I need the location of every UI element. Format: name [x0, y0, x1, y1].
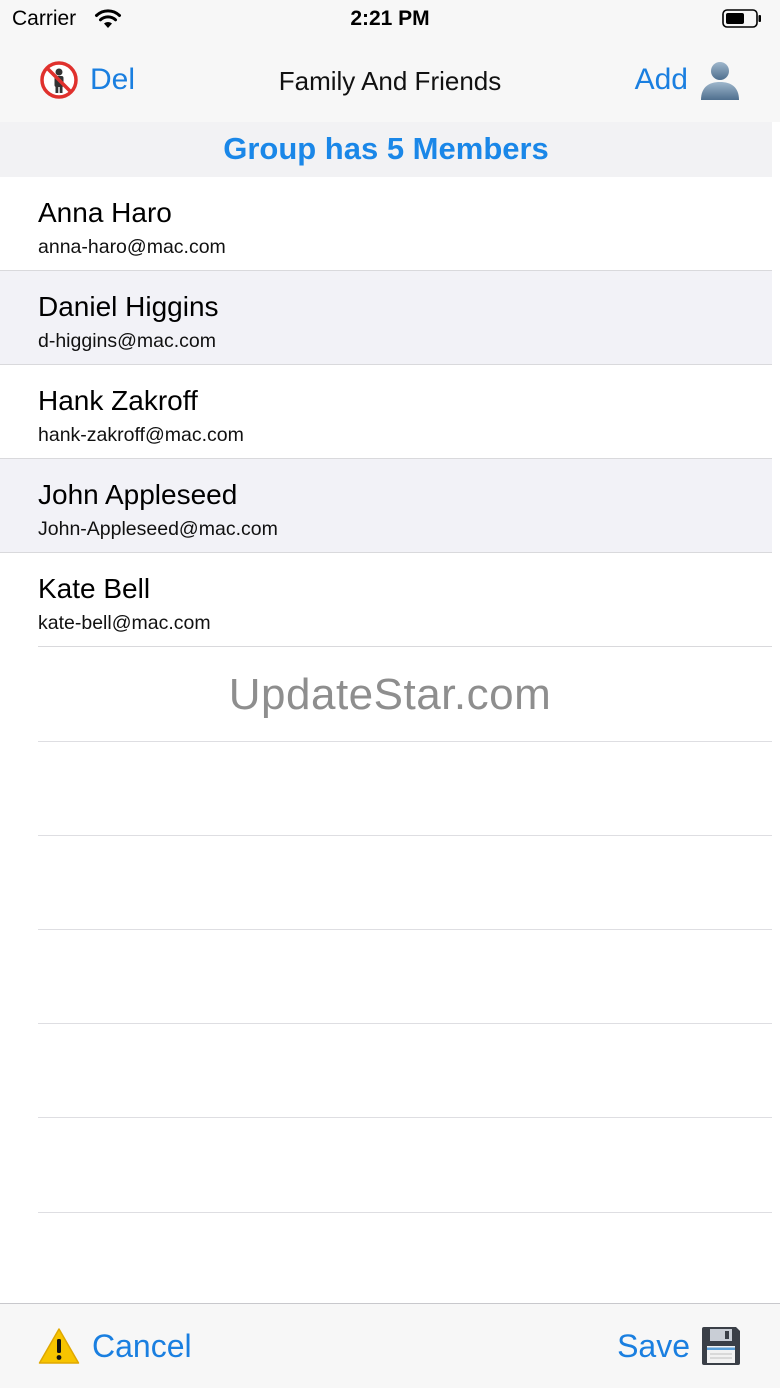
status-time: 2:21 PM: [350, 7, 430, 30]
bottom-toolbar: Cancel Save: [0, 1303, 780, 1388]
member-name: Hank Zakroff: [38, 385, 198, 416]
group-header: Group has 5 Members: [0, 122, 772, 177]
member-email: anna-haro@mac.com: [38, 236, 226, 258]
member-email: d-higgins@mac.com: [38, 330, 217, 352]
cancel-button[interactable]: Cancel: [38, 1324, 192, 1368]
group-member-count: Group has 5 Members: [223, 131, 549, 166]
status-bar: Carrier 2:21 PM: [0, 0, 780, 38]
member-email: kate-bell@mac.com: [38, 612, 211, 634]
member-email: John-Appleseed@mac.com: [38, 518, 278, 540]
member-row[interactable]: John Appleseed John-Appleseed@mac.com: [0, 459, 772, 553]
empty-row-divider: [38, 1117, 772, 1118]
row-divider: [38, 646, 772, 647]
member-row[interactable]: Kate Bell kate-bell@mac.com: [0, 553, 772, 647]
battery-icon: [722, 9, 761, 28]
member-email: hank-zakroff@mac.com: [38, 424, 244, 446]
save-label: Save: [617, 1327, 690, 1364]
empty-row-divider: [38, 1023, 772, 1024]
member-row[interactable]: Anna Haro anna-haro@mac.com: [0, 177, 772, 271]
member-row[interactable]: Daniel Higgins d-higgins@mac.com: [0, 271, 772, 365]
warning-icon: [38, 1328, 80, 1364]
header-edge: [772, 122, 780, 177]
save-button[interactable]: Save: [617, 1324, 742, 1368]
empty-row-divider: [38, 929, 772, 930]
member-name: John Appleseed: [38, 479, 238, 510]
member-name: Daniel Higgins: [38, 291, 219, 322]
empty-row-divider: [38, 1212, 772, 1213]
navigation-bar: Del Family And Friends Add: [0, 38, 780, 122]
empty-row-divider: [38, 835, 772, 836]
add-label: Add: [634, 63, 688, 96]
empty-row-divider: [38, 741, 772, 742]
user-icon: [701, 62, 739, 100]
member-name: Anna Haro: [38, 197, 172, 228]
member-row[interactable]: Hank Zakroff hank-zakroff@mac.com: [0, 365, 772, 459]
cancel-label: Cancel: [92, 1327, 192, 1364]
add-member-button[interactable]: Add: [635, 58, 742, 102]
member-name: Kate Bell: [38, 573, 151, 604]
watermark: UpdateStar.com: [228, 670, 552, 719]
floppy-disk-icon: [702, 1327, 740, 1365]
